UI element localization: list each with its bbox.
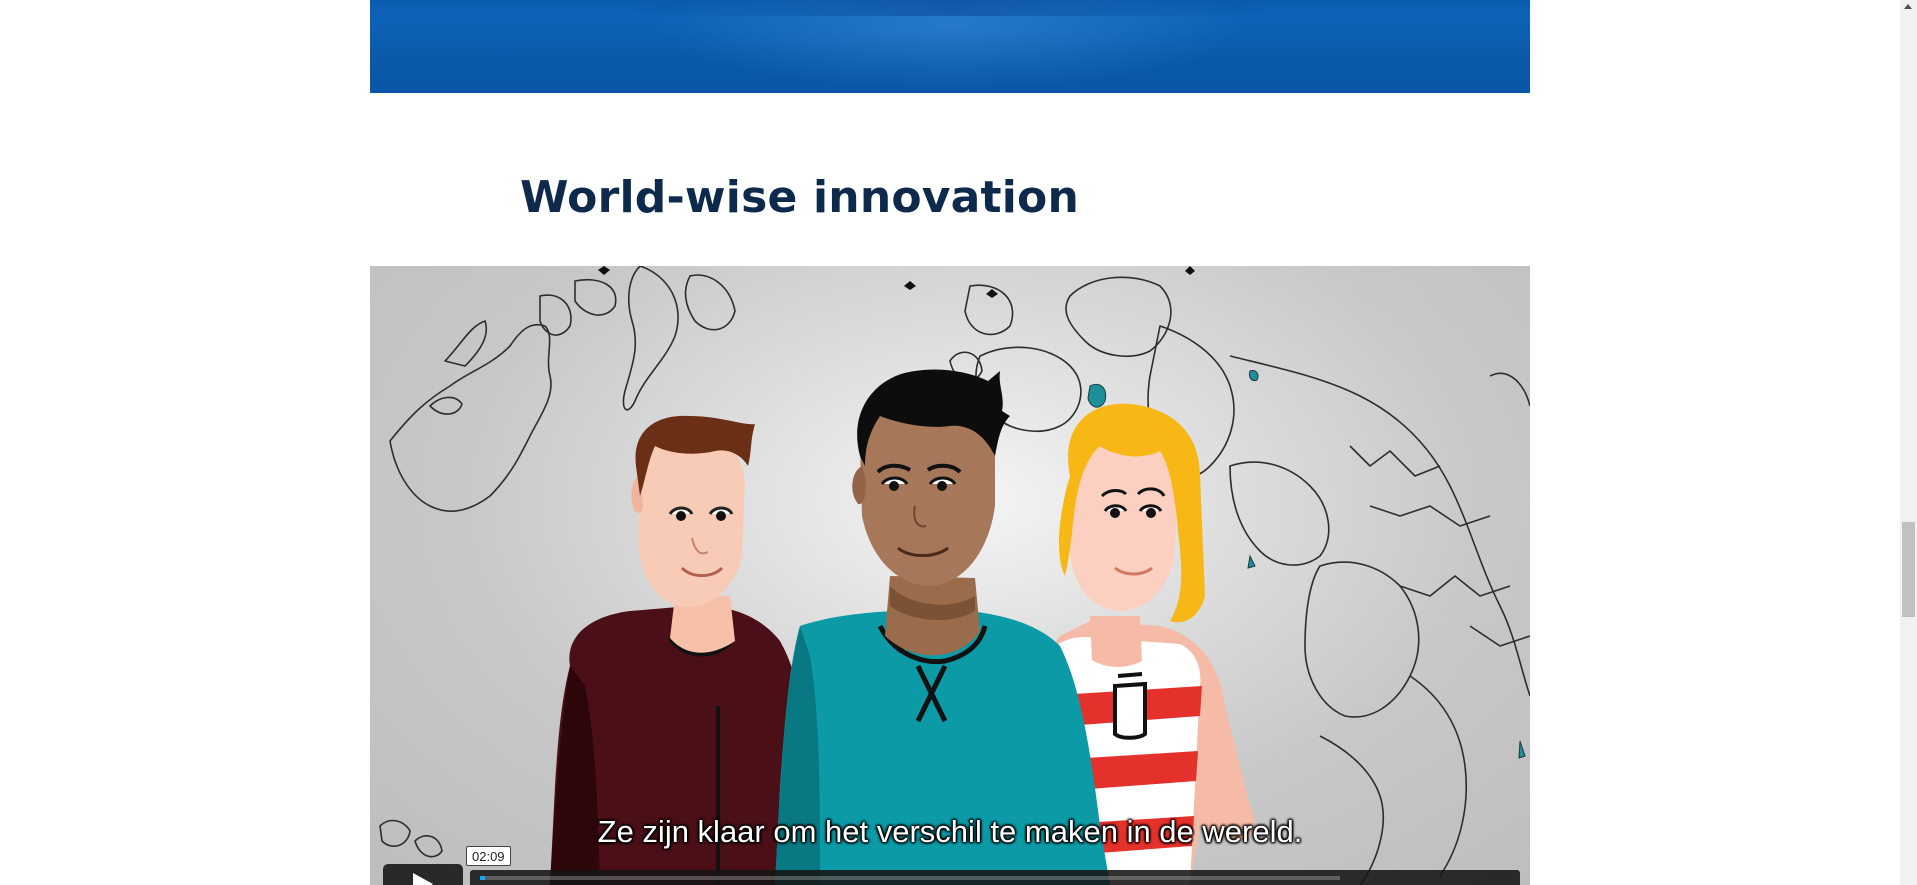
video-frame-illustration xyxy=(379,266,1530,885)
progress-bar[interactable] xyxy=(480,876,1340,880)
video-subtitle: Ze zijn klaar om het verschil te maken i… xyxy=(597,814,1303,849)
page-scrollbar[interactable] xyxy=(1900,0,1917,885)
play-button[interactable] xyxy=(383,864,463,885)
banner-band xyxy=(630,0,1270,16)
progress-fill xyxy=(480,876,486,880)
page: World-wise innovation Ze zijn klaar om h… xyxy=(0,0,1900,885)
time-tooltip: 02:09 xyxy=(466,846,511,866)
person-middle-illustration xyxy=(775,369,1110,885)
control-bar: ⚙ xyxy=(470,870,1520,885)
scrollbar-thumb[interactable] xyxy=(1902,522,1915,617)
video-controls: ⚙ 02:09 xyxy=(370,846,1530,885)
hero-banner xyxy=(370,0,1530,93)
section-title: World-wise innovation xyxy=(520,172,1080,223)
scroll-up-arrow-icon[interactable] xyxy=(1904,4,1912,9)
play-icon xyxy=(413,873,433,885)
video-player[interactable]: Ze zijn klaar om het verschil te maken i… xyxy=(370,266,1530,885)
